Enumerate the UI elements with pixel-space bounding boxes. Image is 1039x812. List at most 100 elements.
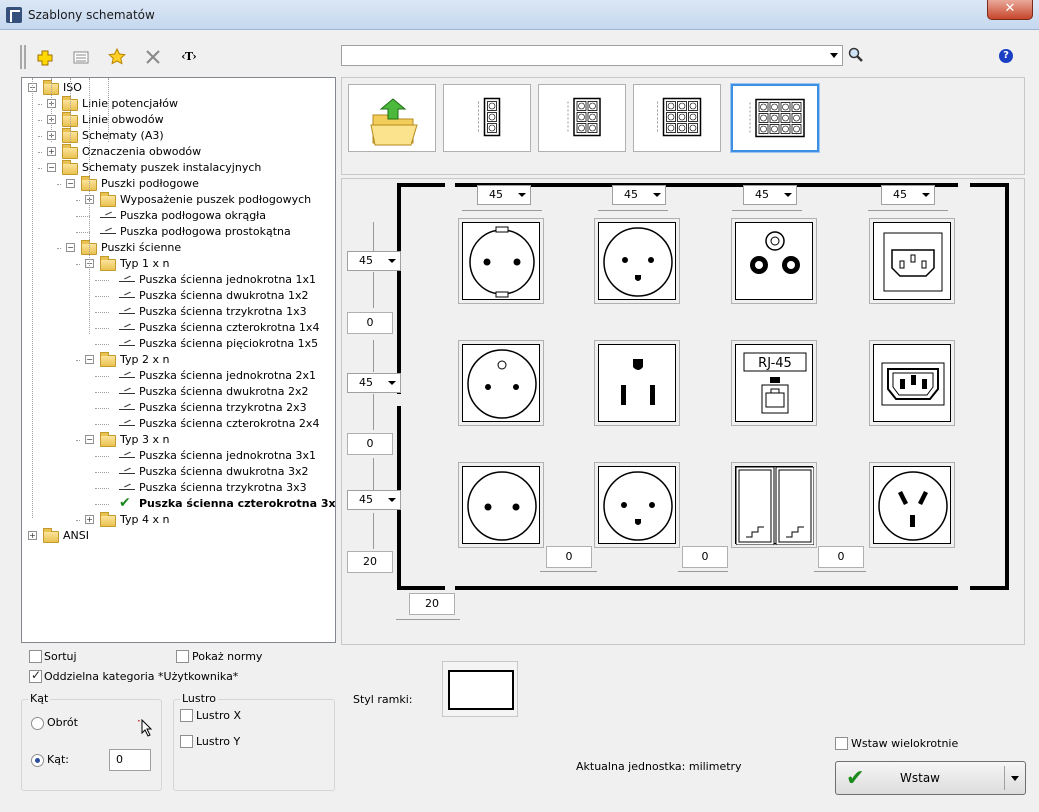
search-icon[interactable]: [848, 47, 864, 63]
thumbnail-folder-up[interactable]: [348, 84, 436, 152]
tree-node[interactable]: ✔ Puszka ścienna czterokrotna 3x4: [22, 495, 335, 512]
collapse-icon[interactable]: −: [85, 355, 94, 364]
thumbnail-3x3[interactable]: [633, 84, 721, 152]
close-button[interactable]: ✕: [987, 0, 1033, 20]
french-socket-icon[interactable]: [458, 340, 544, 426]
row-height-3[interactable]: 45: [347, 490, 401, 510]
tree-node[interactable]: Puszka podłogowa prostokątna: [22, 224, 335, 240]
column-gap-3[interactable]: 0: [818, 546, 864, 568]
row-gap-1[interactable]: 0: [347, 312, 393, 334]
chevron-down-icon[interactable]: [1011, 776, 1019, 781]
tree-node[interactable]: + Wyposażenie puszek podłogowych: [22, 192, 335, 208]
tree-node[interactable]: Puszka ścienna jednokrotna 1x1: [22, 272, 335, 288]
tree-node[interactable]: − Typ 2 x n: [22, 352, 335, 368]
mirror-y-checkbox[interactable]: [180, 735, 193, 748]
chevron-down-icon[interactable]: [830, 53, 838, 58]
us-nema-socket-icon[interactable]: [594, 340, 680, 426]
insert-button[interactable]: ✔ Wstaw: [835, 761, 1026, 795]
iec-c14-socket-icon[interactable]: [869, 218, 955, 304]
tree-node[interactable]: Puszka podłogowa okrągła: [22, 208, 335, 224]
tree-node[interactable]: Puszka ścienna czterokrotna 2x4: [22, 416, 335, 432]
properties-icon[interactable]: [70, 46, 92, 68]
toolbar-grip[interactable]: [20, 45, 26, 69]
tree-node[interactable]: + Schematy (A3): [22, 128, 335, 144]
thumbnail-3x4-selected[interactable]: [731, 84, 819, 152]
audio-video-socket-icon[interactable]: [731, 218, 817, 304]
search-combo[interactable]: [341, 45, 843, 66]
help-icon[interactable]: ?: [999, 49, 1013, 63]
template-item-icon: [100, 226, 116, 234]
row-height-2[interactable]: 45: [347, 373, 401, 393]
insert-multiple-checkbox[interactable]: [835, 737, 848, 750]
row-gap-2[interactable]: 0: [347, 433, 393, 455]
template-thumbnails: [341, 77, 1025, 175]
column-width-4[interactable]: 45: [881, 185, 935, 205]
tree-node[interactable]: − Typ 1 x n: [22, 256, 335, 272]
iec-c13-socket-icon[interactable]: [869, 340, 955, 426]
sort-checkbox[interactable]: [29, 650, 42, 663]
rj45-socket-icon[interactable]: RJ-45: [731, 340, 817, 426]
delete-icon[interactable]: [142, 46, 164, 68]
swiss-socket-icon[interactable]: [594, 462, 680, 548]
template-item-icon: [119, 466, 135, 474]
column-gap-2[interactable]: 0: [682, 546, 728, 568]
tree-node-label: Puszka ścienna dwukrotna 3x2: [139, 465, 309, 478]
tree-node[interactable]: Puszka ścienna pięciokrotna 1x5: [22, 336, 335, 352]
tree-node[interactable]: Puszka ścienna czterokrotna 1x4: [22, 320, 335, 336]
double-switch-icon[interactable]: [731, 462, 817, 548]
tree-node[interactable]: + ANSI: [22, 528, 335, 544]
angle-radio[interactable]: [31, 754, 44, 767]
expand-icon[interactable]: +: [28, 531, 37, 540]
australian-socket-icon[interactable]: [869, 462, 955, 548]
tree-node[interactable]: + Linie potencjałów: [22, 96, 335, 112]
collapse-icon[interactable]: −: [85, 435, 94, 444]
tree-node[interactable]: − Typ 3 x n: [22, 432, 335, 448]
expand-icon[interactable]: +: [47, 147, 56, 156]
tree-node[interactable]: Puszka ścienna dwukrotna 2x2: [22, 384, 335, 400]
tree-node[interactable]: Puszka ścienna trzykrotna 1x3: [22, 304, 335, 320]
tree-node[interactable]: + Oznaczenia obwodów: [22, 144, 335, 160]
angle-input[interactable]: 0: [109, 749, 151, 771]
uk-style-socket-icon[interactable]: [594, 218, 680, 304]
margin-left-field[interactable]: 20: [409, 593, 455, 615]
mirror-group-label: Lustro: [180, 692, 218, 705]
row-height-1[interactable]: 45: [347, 251, 401, 271]
tree-node[interactable]: Puszka ścienna trzykrotna 2x3: [22, 400, 335, 416]
collapse-icon[interactable]: −: [66, 243, 75, 252]
template-tree[interactable]: − ISO + Linie potencjałów + Linie obwodów + Sch…: [21, 77, 336, 643]
column-width-1[interactable]: 45: [477, 185, 531, 205]
separate-category-checkbox[interactable]: [29, 668, 42, 683]
tree-node[interactable]: Puszka ścienna jednokrotna 3x1: [22, 448, 335, 464]
collapse-icon[interactable]: −: [66, 179, 75, 188]
template-item-icon: [100, 210, 116, 218]
margin-bottom-field[interactable]: 20: [347, 551, 393, 573]
rotation-radio[interactable]: [31, 717, 44, 730]
expand-icon[interactable]: +: [85, 515, 94, 524]
schuko-socket-icon[interactable]: [458, 218, 544, 304]
tree-node[interactable]: Puszka ścienna dwukrotna 3x2: [22, 464, 335, 480]
tree-node[interactable]: + Typ 4 x n: [22, 512, 335, 528]
tree-node[interactable]: − Puszki podłogowe: [22, 176, 335, 192]
tree-node[interactable]: − Puszki ścienne: [22, 240, 335, 256]
column-width-2[interactable]: 45: [612, 185, 666, 205]
mirror-x-checkbox[interactable]: [180, 709, 193, 722]
tree-node[interactable]: + Linie obwodów: [22, 112, 335, 128]
tree-node-label: Schematy puszek instalacyjnych: [82, 161, 262, 174]
tree-node[interactable]: Puszka ścienna trzykrotna 3x3: [22, 480, 335, 496]
favorite-star-icon[interactable]: [106, 46, 128, 68]
column-gap-1[interactable]: 0: [546, 546, 592, 568]
tree-node[interactable]: Puszka ścienna dwukrotna 1x2: [22, 288, 335, 304]
tree-node-label: Typ 2 x n: [120, 353, 170, 366]
tree-node[interactable]: Puszka ścienna jednokrotna 2x1: [22, 368, 335, 384]
text-tag-button[interactable]: ‹T›: [178, 46, 200, 68]
frame-style-picker[interactable]: [442, 661, 518, 717]
tree-node[interactable]: − ISO: [22, 80, 335, 96]
add-icon[interactable]: [34, 46, 56, 68]
thumbnail-2x3[interactable]: [538, 84, 626, 152]
euro-socket-icon[interactable]: [458, 462, 544, 548]
tree-node[interactable]: − Schematy puszek instalacyjnych: [22, 160, 335, 176]
collapse-icon[interactable]: −: [47, 163, 56, 172]
show-norms-checkbox[interactable]: [176, 650, 189, 663]
thumbnail-1x3[interactable]: [443, 84, 531, 152]
column-width-3[interactable]: 45: [743, 185, 797, 205]
